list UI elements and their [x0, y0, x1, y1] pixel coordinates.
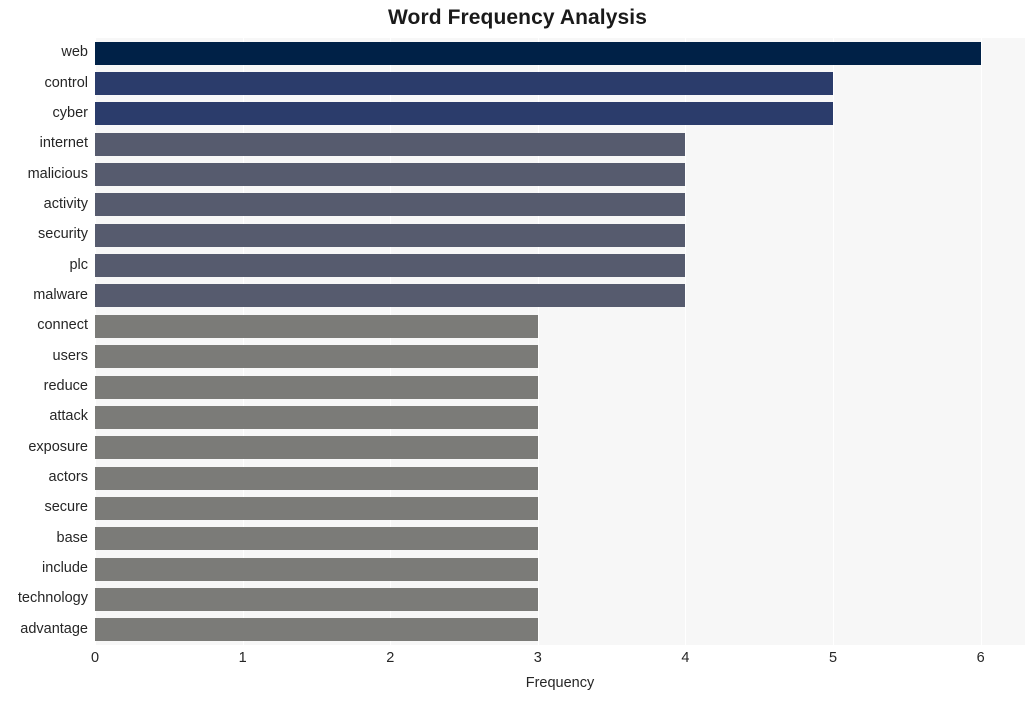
bar-row[interactable] — [95, 527, 1025, 551]
y-tick-label-activity: activity — [43, 195, 88, 212]
y-tick-label-plc: plc — [69, 256, 88, 273]
x-tick-label-1: 1 — [238, 650, 247, 666]
bar-row[interactable] — [95, 72, 1025, 96]
bar-malware[interactable] — [95, 284, 686, 308]
bar-security[interactable] — [95, 223, 686, 247]
y-tick-label-secure: secure — [44, 499, 88, 516]
y-tick-label-malware: malware — [33, 286, 88, 303]
bar-malicious[interactable] — [95, 163, 686, 187]
y-tick-label-internet: internet — [39, 135, 88, 152]
bar-row[interactable] — [95, 284, 1025, 308]
bars-layer — [95, 38, 1025, 645]
y-tick-label-actors: actors — [48, 469, 89, 486]
y-tick-label-malicious: malicious — [27, 165, 88, 182]
x-tick-label-2: 2 — [386, 650, 395, 666]
bar-include[interactable] — [95, 557, 538, 581]
y-tick-label-attack: attack — [49, 408, 88, 425]
bar-plc[interactable] — [95, 254, 686, 278]
bar-actors[interactable] — [95, 466, 538, 490]
bar-control[interactable] — [95, 72, 834, 96]
y-tick-label-base: base — [56, 529, 88, 546]
y-tick-label-control: control — [44, 74, 88, 91]
bar-advantage[interactable] — [95, 618, 538, 642]
bar-connect[interactable] — [95, 314, 538, 338]
bar-attack[interactable] — [95, 405, 538, 429]
bar-row[interactable] — [95, 41, 1025, 65]
bar-row[interactable] — [95, 436, 1025, 460]
bar-cyber[interactable] — [95, 102, 834, 126]
y-tick-label-advantage: advantage — [20, 620, 88, 637]
bar-web[interactable] — [95, 41, 981, 65]
y-tick-label-cyber: cyber — [52, 104, 88, 121]
bar-exposure[interactable] — [95, 436, 538, 460]
bar-technology[interactable] — [95, 587, 538, 611]
bar-internet[interactable] — [95, 132, 686, 156]
x-tick-label-3: 3 — [533, 650, 542, 666]
y-tick-label-security: security — [38, 226, 88, 243]
bar-row[interactable] — [95, 254, 1025, 278]
bar-row[interactable] — [95, 466, 1025, 490]
bar-base[interactable] — [95, 527, 538, 551]
bar-row[interactable] — [95, 587, 1025, 611]
bar-row[interactable] — [95, 618, 1025, 642]
bar-row[interactable] — [95, 345, 1025, 369]
y-tick-label-users: users — [52, 347, 88, 364]
plot-area — [95, 38, 1025, 645]
y-tick-label-include: include — [42, 560, 88, 577]
x-tick-label-6: 6 — [976, 650, 985, 666]
bar-secure[interactable] — [95, 496, 538, 520]
y-tick-label-connect: connect — [37, 317, 88, 334]
y-axis-tick-labels: web control cyber internet malicious activity… — [0, 38, 88, 645]
bar-reduce[interactable] — [95, 375, 538, 399]
y-tick-label-web: web — [61, 44, 88, 61]
bar-row[interactable] — [95, 496, 1025, 520]
bar-row[interactable] — [95, 163, 1025, 187]
x-tick-label-4: 4 — [681, 650, 690, 666]
y-tick-label-reduce: reduce — [43, 378, 88, 395]
x-axis-title: Frequency — [525, 675, 595, 691]
bar-row[interactable] — [95, 223, 1025, 247]
bar-row[interactable] — [95, 132, 1025, 156]
x-tick-label-0: 0 — [90, 650, 100, 666]
bar-row[interactable] — [95, 557, 1025, 581]
bar-row[interactable] — [95, 102, 1025, 126]
x-tick-label-5: 5 — [829, 650, 838, 666]
bar-activity[interactable] — [95, 193, 686, 217]
bar-row[interactable] — [95, 193, 1025, 217]
chart-title: Word Frequency Analysis — [387, 6, 648, 29]
bar-row[interactable] — [95, 405, 1025, 429]
bar-row[interactable] — [95, 314, 1025, 338]
x-axis-tick-labels: 0 1 2 3 4 5 6 — [0, 650, 1035, 674]
y-tick-label-technology: technology — [17, 590, 88, 607]
word-frequency-chart: Word Frequency Analysis web control cyber i… — [0, 0, 1035, 701]
y-tick-label-exposure: exposure — [28, 438, 88, 455]
bar-row[interactable] — [95, 375, 1025, 399]
bar-users[interactable] — [95, 345, 538, 369]
